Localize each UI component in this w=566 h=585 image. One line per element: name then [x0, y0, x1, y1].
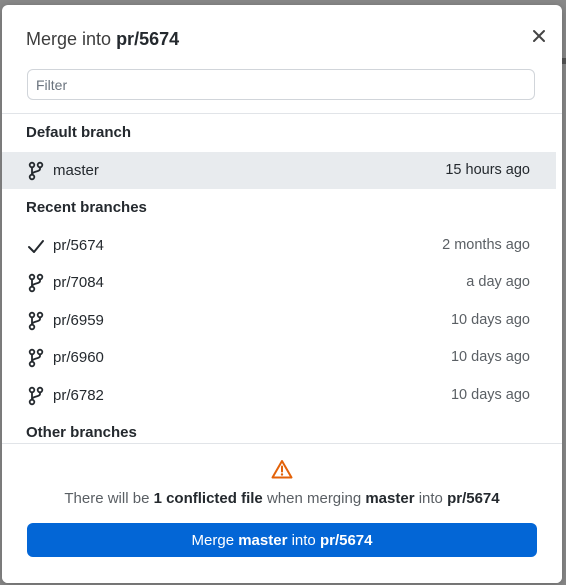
- conflict-count: 1 conflicted file: [153, 490, 263, 507]
- section-title-other: Other branches: [26, 424, 137, 441]
- filter-divider: [2, 113, 562, 114]
- dialog-header: Merge into pr/5674: [2, 5, 562, 65]
- merge-button-part: Merge: [191, 531, 239, 549]
- conflict-status-text: There will be 1 conflicted file when mer…: [2, 490, 562, 507]
- branch-name: pr/5674: [53, 237, 104, 254]
- merge-button[interactable]: Merge master into pr/5674: [27, 523, 537, 557]
- filter-input[interactable]: [27, 69, 535, 100]
- branch-row-pr-6960[interactable]: pr/6960 10 days ago: [2, 339, 556, 376]
- status-part: when merging: [262, 490, 366, 507]
- close-icon: [533, 30, 545, 42]
- warning-icon: [271, 460, 293, 479]
- git-branch-icon: [28, 348, 44, 368]
- git-branch-icon: [28, 386, 44, 406]
- close-button[interactable]: [530, 27, 548, 45]
- git-branch-icon: [28, 311, 44, 331]
- background-scrollbar-fragment: [562, 58, 566, 64]
- branch-row-pr-7084[interactable]: pr/7084 a day ago: [2, 264, 556, 301]
- git-branch-icon: [28, 161, 44, 181]
- merge-dialog: Merge into pr/5674 Default branch master…: [2, 5, 562, 583]
- branch-time: 2 months ago: [442, 237, 530, 253]
- branch-time: 15 hours ago: [445, 162, 530, 178]
- dialog-title: Merge into pr/5674: [26, 29, 179, 50]
- branch-name: pr/6782: [53, 387, 104, 404]
- branch-time: 10 days ago: [450, 312, 530, 328]
- dialog-title-prefix: Merge into: [26, 29, 112, 49]
- check-icon: [28, 240, 44, 253]
- status-part: There will be: [64, 490, 154, 507]
- merge-button-part: into: [287, 531, 320, 549]
- dialog-title-target: pr/5674: [116, 29, 180, 49]
- branch-name: master: [53, 162, 99, 179]
- merge-footer: There will be 1 conflicted file when mer…: [2, 443, 562, 583]
- branch-time: 10 days ago: [450, 387, 530, 403]
- branch-row-default[interactable]: master 15 hours ago: [2, 152, 556, 189]
- branch-time: 10 days ago: [450, 349, 530, 365]
- section-title-default: Default branch: [26, 124, 132, 141]
- git-branch-icon: [28, 273, 44, 293]
- branch-name: pr/6959: [53, 312, 104, 329]
- branch-name: pr/6960: [53, 349, 104, 366]
- branch-time: a day ago: [466, 274, 530, 290]
- branch-row-pr-5674[interactable]: pr/5674 2 months ago: [2, 227, 556, 264]
- status-target-branch: pr/5674: [447, 490, 500, 507]
- footer-divider: [2, 443, 562, 444]
- branch-row-pr-6782[interactable]: pr/6782 10 days ago: [2, 377, 556, 414]
- branch-name: pr/7084: [53, 274, 104, 291]
- status-source-branch: master: [365, 490, 415, 507]
- section-title-recent: Recent branches: [26, 199, 147, 216]
- status-part: into: [414, 490, 448, 507]
- branch-row-pr-6959[interactable]: pr/6959 10 days ago: [2, 302, 556, 339]
- merge-button-target: pr/5674: [319, 531, 373, 549]
- merge-button-source: master: [238, 531, 288, 549]
